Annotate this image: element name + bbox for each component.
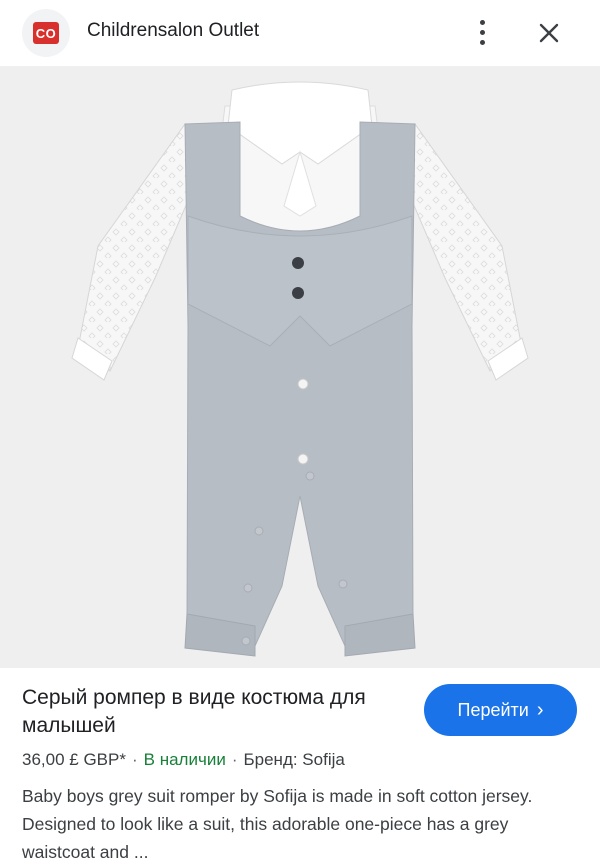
separator-dot: · — [131, 750, 138, 769]
product-image[interactable] — [0, 66, 600, 668]
chevron-right-icon: › — [536, 699, 544, 721]
brand: Бренд: Sofija — [243, 750, 345, 769]
product-description: Baby boys grey suit romper by Sofija is … — [22, 786, 533, 862]
close-icon[interactable] — [533, 17, 565, 49]
site-logo: CO — [22, 9, 70, 57]
availability-badge: В наличии — [143, 750, 226, 769]
product-meta: 36,00 £ GBP* · В наличии · Бренд: Sofija — [22, 750, 345, 770]
go-button-label: Перейти — [457, 699, 529, 720]
product-info: Серый ромпер в виде костюма для малышей … — [0, 668, 600, 863]
site-name: Childrensalon Outlet — [87, 20, 260, 41]
separator-dot: · — [231, 750, 238, 769]
go-button[interactable]: Перейти › — [424, 684, 577, 736]
more-vert-icon[interactable] — [470, 16, 494, 48]
price: 36,00 £ GBP* — [22, 750, 126, 769]
product-title[interactable]: Серый ромпер в виде костюма для малышей — [22, 684, 402, 740]
top-bar: CO Childrensalon Outlet — [0, 0, 600, 66]
site-logo-mark: CO — [33, 22, 59, 44]
